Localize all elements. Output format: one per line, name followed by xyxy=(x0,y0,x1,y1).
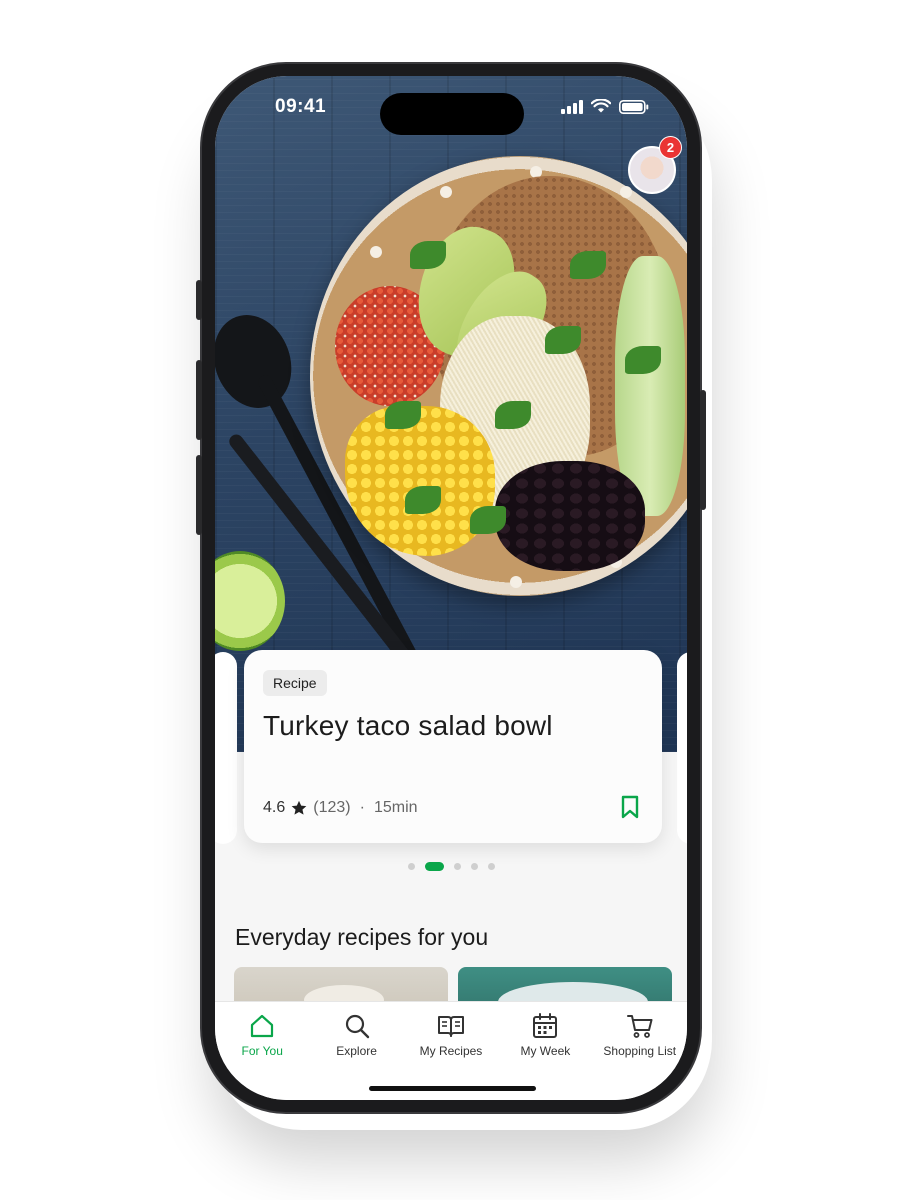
recipe-tag: Recipe xyxy=(263,670,327,696)
nav-label: Explore xyxy=(336,1044,377,1058)
bookmark-icon[interactable] xyxy=(620,795,640,819)
carousel-dot-active[interactable] xyxy=(424,862,444,871)
review-count: (123) xyxy=(313,799,351,816)
nav-label: For You xyxy=(241,1044,283,1058)
app-screen: 09:41 2 Recipe Turkey taco salad bowl 4.… xyxy=(215,76,687,1100)
carousel-dot[interactable] xyxy=(453,863,461,870)
volume-up-button xyxy=(196,360,202,440)
nav-for-you[interactable]: For You xyxy=(215,1002,309,1100)
cilantro xyxy=(495,401,531,429)
carousel-dot[interactable] xyxy=(470,863,478,870)
recipe-duration: 15min xyxy=(373,799,418,816)
status-icons xyxy=(561,99,649,114)
wifi-icon xyxy=(591,99,611,113)
spoon-image xyxy=(215,304,304,419)
black-beans xyxy=(495,461,645,571)
status-time: 09:41 xyxy=(275,96,327,117)
cilantro xyxy=(385,401,421,429)
cilantro xyxy=(410,241,446,269)
cilantro xyxy=(625,346,661,374)
lime-image xyxy=(215,551,285,651)
rating-value: 4.6 xyxy=(263,799,286,816)
nav-label: My Week xyxy=(520,1044,571,1058)
home-indicator xyxy=(369,1086,536,1091)
book-icon xyxy=(437,1016,464,1037)
cilantro xyxy=(570,251,606,279)
side-button xyxy=(196,280,202,320)
recipe-meta: 4.6 (123) · 15min xyxy=(263,799,418,817)
carousel-dot[interactable] xyxy=(407,863,415,870)
previous-card-peek[interactable] xyxy=(215,652,237,844)
volume-down-button xyxy=(196,455,202,535)
battery-icon xyxy=(619,99,649,114)
search-icon xyxy=(345,1014,369,1039)
cart-icon xyxy=(626,1015,653,1038)
carousel-dot[interactable] xyxy=(487,863,495,870)
next-card-peek[interactable] xyxy=(677,652,687,844)
nav-label: Shopping List xyxy=(603,1044,677,1058)
cilantro xyxy=(405,486,441,514)
nav-shopping-list[interactable]: Shopping List xyxy=(593,1002,687,1100)
cilantro xyxy=(470,506,506,534)
star-icon xyxy=(291,800,307,815)
dynamic-island xyxy=(380,93,524,135)
power-button xyxy=(700,390,706,510)
notification-badge: 2 xyxy=(659,136,682,159)
calendar-icon xyxy=(533,1013,558,1038)
meta-separator: · xyxy=(359,799,365,816)
carousel-indicator xyxy=(215,862,687,871)
nav-label: My Recipes xyxy=(419,1044,483,1058)
section-title: Everyday recipes for you xyxy=(235,924,489,950)
featured-recipe-card[interactable]: Recipe Turkey taco salad bowl 4.6 (123) … xyxy=(244,650,662,843)
cilantro xyxy=(545,326,581,354)
home-icon xyxy=(251,1014,274,1038)
recipe-title: Turkey taco salad bowl xyxy=(263,710,553,741)
cellular-icon xyxy=(561,99,583,114)
